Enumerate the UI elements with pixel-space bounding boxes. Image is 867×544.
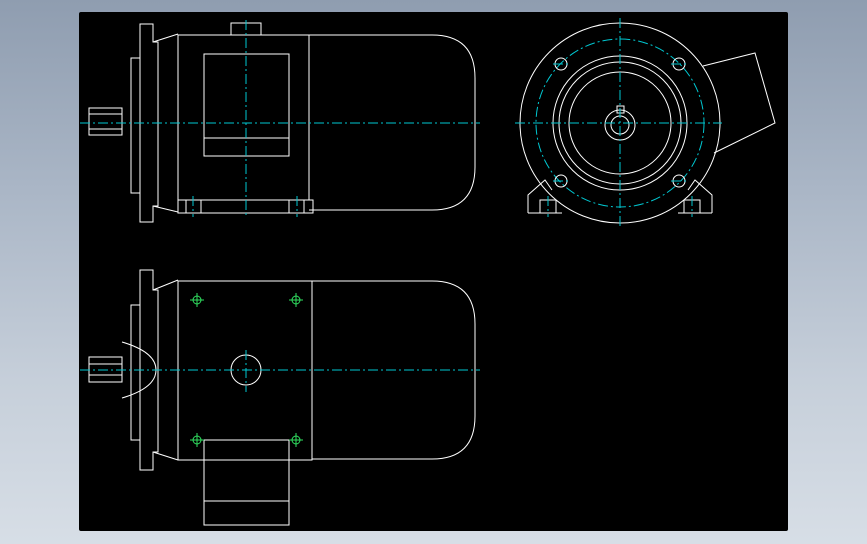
cad-drawing-canvas[interactable] bbox=[79, 12, 788, 531]
front-view bbox=[515, 18, 776, 226]
side-view-bottom bbox=[80, 269, 480, 526]
lower-block bbox=[203, 439, 290, 526]
hole-marker bbox=[289, 293, 303, 307]
terminal-box bbox=[702, 52, 776, 154]
flange-ring bbox=[130, 57, 141, 194]
hole-marker bbox=[289, 433, 303, 447]
hole-marker bbox=[190, 293, 204, 307]
output-shaft bbox=[88, 107, 123, 136]
side-view-top bbox=[80, 20, 480, 223]
gear-motor-drawing bbox=[80, 18, 776, 526]
hole-marker bbox=[190, 433, 204, 447]
